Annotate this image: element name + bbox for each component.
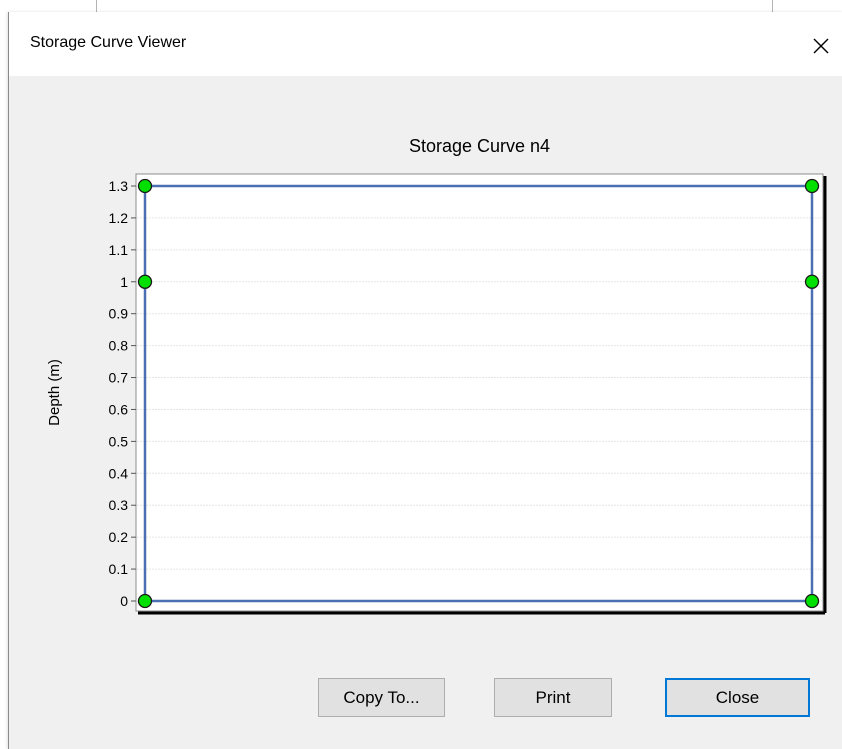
y-tick-label: 0.7 <box>109 370 129 386</box>
print-button[interactable]: Print <box>494 678 612 717</box>
y-tick-label: 0.8 <box>109 338 129 354</box>
chart-title: Storage Curve n4 <box>409 136 550 156</box>
y-axis-label: Depth (m) <box>46 359 63 426</box>
y-tick-label: 1 <box>120 274 128 290</box>
y-tick-label: 0.3 <box>109 497 129 513</box>
data-point <box>804 274 820 289</box>
plot-area <box>135 173 824 612</box>
background-window-edge <box>0 0 842 12</box>
title-bar[interactable]: Storage Curve Viewer <box>9 12 842 76</box>
y-tick-label: 0.4 <box>109 465 129 481</box>
close-icon-glyph <box>813 38 829 54</box>
data-point <box>137 274 153 289</box>
y-tick-label: 0.5 <box>109 433 129 449</box>
y-tick-label: 0.9 <box>109 306 129 322</box>
y-tick-label: 0.1 <box>109 561 129 577</box>
y-tick-label: 0.6 <box>109 401 129 417</box>
close-icon[interactable] <box>799 26 842 66</box>
window-title: Storage Curve Viewer <box>30 34 187 51</box>
y-tick-label: 0 <box>120 593 128 609</box>
background-divider <box>772 0 773 12</box>
y-tick-label: 1.2 <box>109 210 129 226</box>
data-point <box>137 178 153 194</box>
y-tick-label: 0.2 <box>109 529 129 545</box>
y-tick-label: 1.1 <box>109 242 129 258</box>
data-point <box>804 593 820 609</box>
copy-to-button[interactable]: Copy To... <box>318 678 445 717</box>
storage-curve-chart: Storage Curve n4 0 0.1 0.2 0.3 0.4 0.5 0.6 0.7 0.… <box>46 136 827 615</box>
y-tick-label: 1.3 <box>109 178 129 194</box>
background-divider <box>96 0 97 12</box>
storage-curve-viewer-dialog: Storage Curve Viewer Storage Curve n4 0 0.… <box>8 12 842 749</box>
chart-panel: Storage Curve n4 0 0.1 0.2 0.3 0.4 0.5 0.6 0.7 0.… <box>9 76 842 641</box>
close-button[interactable]: Close <box>665 678 810 717</box>
data-point <box>804 178 820 194</box>
data-point <box>137 593 153 609</box>
